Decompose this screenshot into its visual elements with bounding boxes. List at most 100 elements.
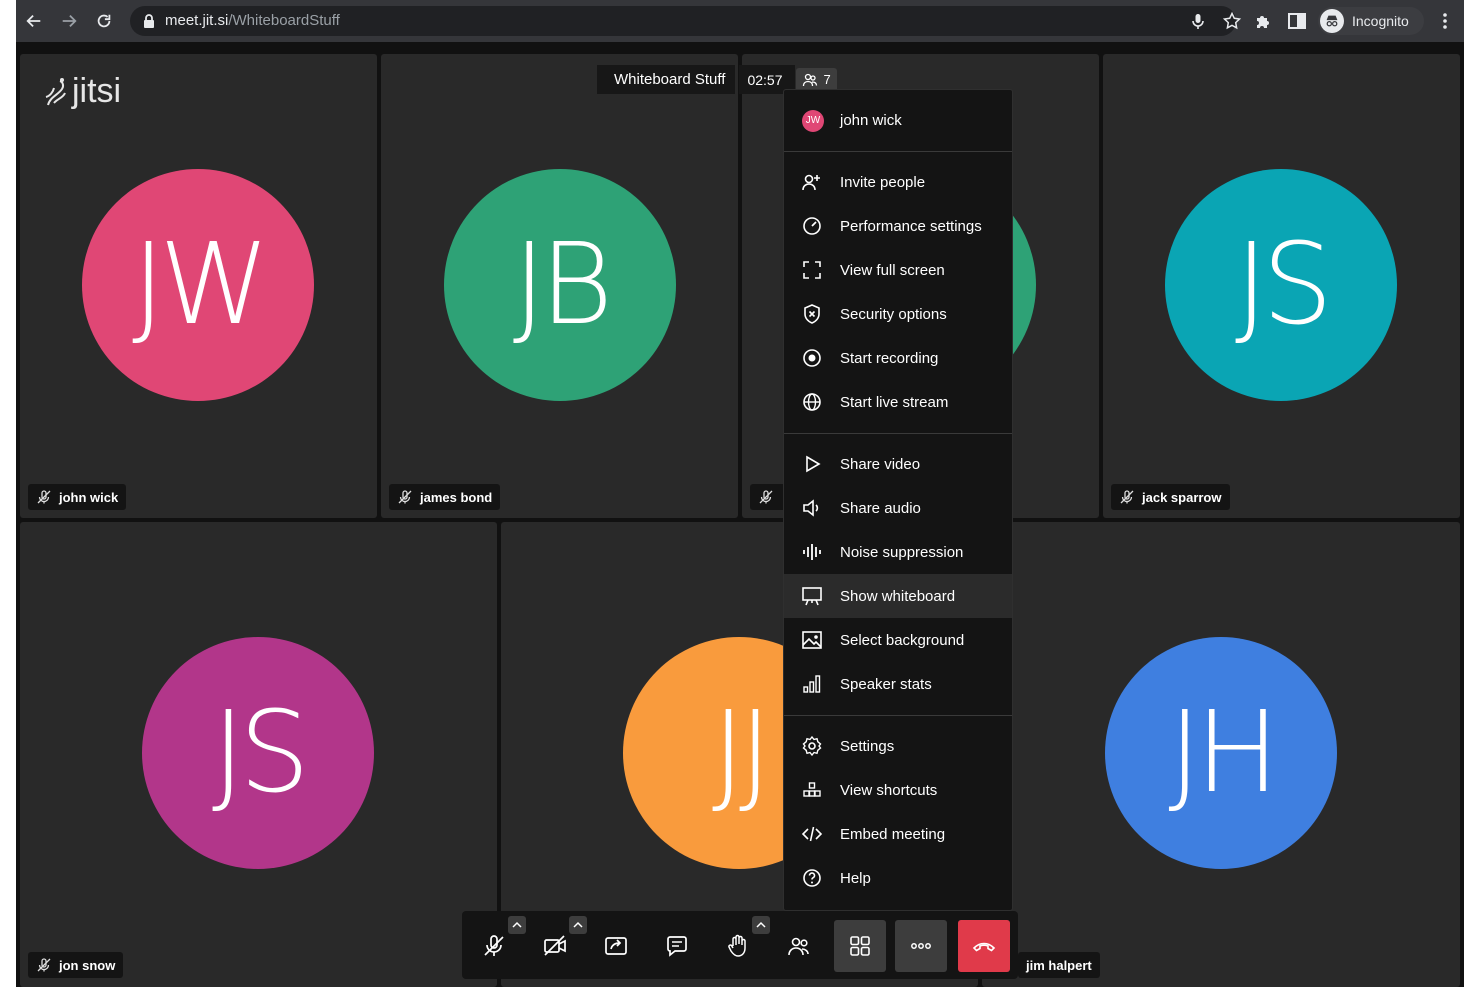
menu-item-invite-people[interactable]: Invite people — [784, 160, 1012, 204]
menu-item-select-background[interactable]: Select background — [784, 618, 1012, 662]
menu-item-view-shortcuts[interactable]: View shortcuts — [784, 768, 1012, 812]
menu-group-settings: Settings View shortcuts Embed meeting He… — [784, 715, 1012, 900]
meeting-toolbar — [462, 911, 1018, 979]
menu-item-settings[interactable]: Settings — [784, 724, 1012, 768]
gear-icon — [801, 735, 823, 757]
participant-name: john wick — [59, 489, 119, 505]
menu-item-show-whiteboard[interactable]: Show whiteboard — [784, 574, 1012, 618]
more-dots-icon — [911, 943, 931, 949]
url-text: meet.jit.si/WhiteboardStuff — [165, 12, 340, 29]
gauge-icon — [801, 215, 823, 237]
microphone-options-button[interactable] — [508, 916, 526, 934]
back-button[interactable] — [22, 9, 46, 33]
star-icon[interactable] — [1222, 11, 1242, 31]
reactions-options-button[interactable] — [752, 916, 770, 934]
menu-item-label: Share audio — [840, 499, 921, 517]
address-bar[interactable]: meet.jit.si/WhiteboardStuff — [130, 6, 1242, 36]
participant-name: james bond — [420, 489, 493, 505]
participant-name: jack sparrow — [1142, 489, 1222, 505]
menu-item-label: Performance settings — [840, 217, 982, 235]
participant-name-tag: jim halpert — [1018, 952, 1100, 978]
menu-item-label: Share video — [840, 455, 921, 473]
menu-item-label: Embed meeting — [840, 825, 946, 843]
grid-icon — [850, 936, 870, 956]
waveform-icon — [801, 541, 823, 563]
camera-button[interactable] — [529, 916, 587, 972]
participants-button[interactable] — [773, 920, 825, 972]
chat-icon — [667, 936, 687, 957]
menu-item-help[interactable]: Help — [784, 856, 1012, 900]
back-arrow-icon — [26, 14, 41, 28]
incognito-label: Incognito — [1352, 13, 1409, 29]
menu-item-share-video[interactable]: Share video — [784, 442, 1012, 486]
jitsi-logo-icon — [45, 77, 66, 105]
menu-group-meeting: Invite people Performance settings View … — [784, 160, 1012, 424]
forward-button[interactable] — [57, 9, 81, 33]
fullscreen-icon — [801, 259, 823, 281]
participant-tile[interactable]: JH jim halpert — [982, 522, 1460, 987]
hand-icon — [728, 934, 746, 957]
tile-view-button[interactable] — [834, 920, 886, 972]
microphone-icon[interactable] — [1188, 11, 1208, 31]
menu-item-speaker-stats[interactable]: Speaker stats — [784, 662, 1012, 706]
extensions-icon[interactable] — [1252, 10, 1274, 32]
participant-avatar: JW — [82, 169, 314, 401]
menu-item-share-audio[interactable]: Share audio — [784, 486, 1012, 530]
jitsi-logo[interactable]: jitsi — [42, 72, 121, 111]
muted-mic-icon — [1120, 490, 1134, 504]
menu-item-label: Settings — [840, 737, 895, 755]
muted-mic-icon — [398, 490, 412, 504]
participant-avatar: JS — [1165, 169, 1397, 401]
participant-count-badge[interactable]: 7 — [795, 67, 837, 92]
url-path: /WhiteboardStuff — [228, 12, 340, 29]
url-host: meet.jit.si — [165, 12, 229, 29]
shield-icon — [801, 303, 823, 325]
menu-item-start-recording[interactable]: Start recording — [784, 336, 1012, 380]
menu-profile-header[interactable]: JW john wick — [784, 90, 1012, 152]
muted-mic-icon — [37, 490, 51, 504]
more-actions-button[interactable] — [895, 920, 947, 972]
participant-tile[interactable]: JB james bond — [381, 54, 738, 518]
menu-item-noise-suppression[interactable]: Noise suppression — [784, 530, 1012, 574]
menu-item-embed-meeting[interactable]: Embed meeting — [784, 812, 1012, 856]
muted-mic-icon — [37, 958, 51, 972]
speaker-icon — [801, 497, 823, 519]
camera-off-icon — [544, 935, 566, 956]
reload-button[interactable] — [92, 9, 116, 33]
menu-item-start-live-stream[interactable]: Start live stream — [784, 380, 1012, 424]
participant-tile[interactable]: JS jack sparrow — [1103, 54, 1460, 518]
microphone-button[interactable] — [468, 916, 526, 972]
forward-arrow-icon — [62, 14, 77, 28]
participant-name: jon snow — [59, 957, 116, 973]
bar-chart-icon — [801, 673, 823, 695]
more-actions-menu: JW john wick Invite people Performance s… — [783, 89, 1013, 911]
camera-options-button[interactable] — [569, 916, 587, 934]
kebab-menu-icon[interactable] — [1434, 10, 1456, 32]
menu-item-label: Start live stream — [840, 393, 949, 411]
menu-item-label: Noise suppression — [840, 543, 964, 561]
record-icon — [801, 347, 823, 369]
meeting-stage: JW john wick jitsi JB james bond JS jack… — [16, 42, 1464, 987]
participant-tile[interactable]: JS jon snow — [20, 522, 497, 987]
participant-tile[interactable]: JW john wick — [20, 54, 377, 518]
participant-name-tag: john wick — [28, 484, 127, 510]
chat-button[interactable] — [651, 920, 703, 972]
menu-item-performance-settings[interactable]: Performance settings — [784, 204, 1012, 248]
menu-avatar: JW — [802, 109, 824, 132]
leave-meeting-button[interactable] — [958, 920, 1010, 972]
lock-icon — [144, 14, 154, 28]
browser-window: meet.jit.si/WhiteboardStuff Incognito JW… — [16, 0, 1464, 987]
muted-microphone-icon — [484, 935, 504, 956]
menu-item-view-full-screen[interactable]: View full screen — [784, 248, 1012, 292]
reload-icon — [97, 14, 111, 28]
incognito-profile-button[interactable]: Incognito — [1318, 7, 1424, 35]
menu-item-label: Speaker stats — [840, 675, 932, 693]
menu-item-label: Select background — [840, 631, 965, 649]
raise-hand-button[interactable] — [712, 916, 770, 972]
side-panel-icon[interactable] — [1286, 10, 1308, 32]
shortcuts-icon — [801, 779, 823, 801]
chevron-up-icon — [756, 921, 766, 928]
menu-item-security-options[interactable]: Security options — [784, 292, 1012, 336]
hangup-icon — [972, 942, 996, 952]
share-screen-button[interactable] — [590, 920, 642, 972]
